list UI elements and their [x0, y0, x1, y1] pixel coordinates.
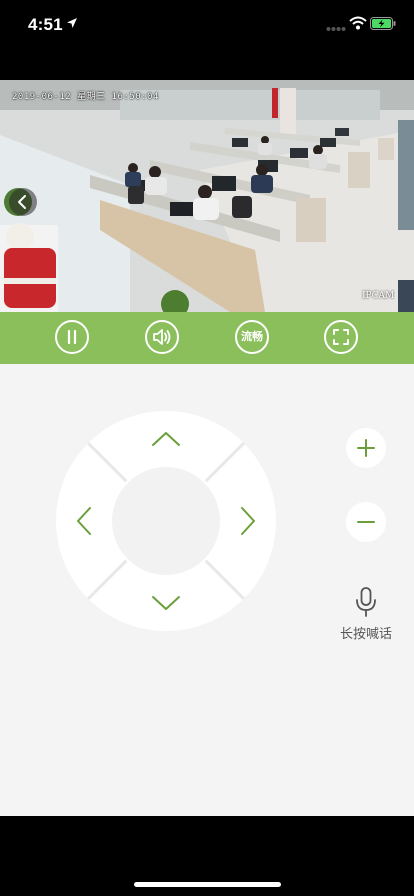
status-time: 4:51 — [28, 15, 63, 34]
ptz-down-button[interactable] — [136, 575, 196, 619]
video-timestamp: 2019-06-12 星期三 16:50:04 — [12, 92, 159, 102]
plus-icon — [357, 439, 375, 457]
fluency-quality-label: 流畅 — [241, 331, 263, 343]
speaker-icon — [153, 329, 171, 345]
fullscreen-button[interactable] — [324, 320, 358, 354]
push-to-talk-button[interactable]: 长按喊话 — [330, 586, 402, 646]
office-scene-image — [0, 80, 414, 312]
control-bar: 流畅 — [0, 312, 414, 364]
back-button[interactable] — [9, 188, 37, 216]
video-brand-watermark: IPCAM — [362, 291, 395, 301]
wifi-icon — [349, 16, 367, 30]
ptz-left-button[interactable] — [68, 491, 112, 551]
location-arrow-icon — [67, 18, 77, 28]
microphone-icon — [356, 587, 376, 617]
fullscreen-icon — [333, 329, 349, 345]
home-indicator[interactable] — [134, 882, 281, 887]
push-to-talk-label: 长按喊话 — [339, 626, 392, 641]
minus-icon — [357, 521, 375, 523]
ptz-direction-pad — [56, 411, 276, 631]
ptz-control-panel: 长按喊话 — [0, 364, 414, 816]
chevron-left-icon — [18, 195, 26, 209]
ptz-right-button[interactable] — [220, 491, 264, 551]
signal-dots-icon — [326, 27, 346, 31]
battery-charging-icon — [370, 17, 396, 30]
ptz-up-button[interactable] — [136, 423, 196, 467]
zoom-out-button[interactable] — [346, 502, 386, 542]
status-bar: 4:51 — [0, 0, 414, 50]
zoom-in-button[interactable] — [346, 428, 386, 468]
pause-icon — [67, 329, 77, 345]
fluency-quality-button[interactable]: 流畅 — [235, 320, 269, 354]
pause-button[interactable] — [55, 320, 89, 354]
phone-screen: 4:51 2019-06-12 星期三 16:50:04 IPCAM 流畅 长按… — [0, 0, 414, 896]
camera-video-feed[interactable] — [0, 80, 414, 312]
sound-button[interactable] — [145, 320, 179, 354]
